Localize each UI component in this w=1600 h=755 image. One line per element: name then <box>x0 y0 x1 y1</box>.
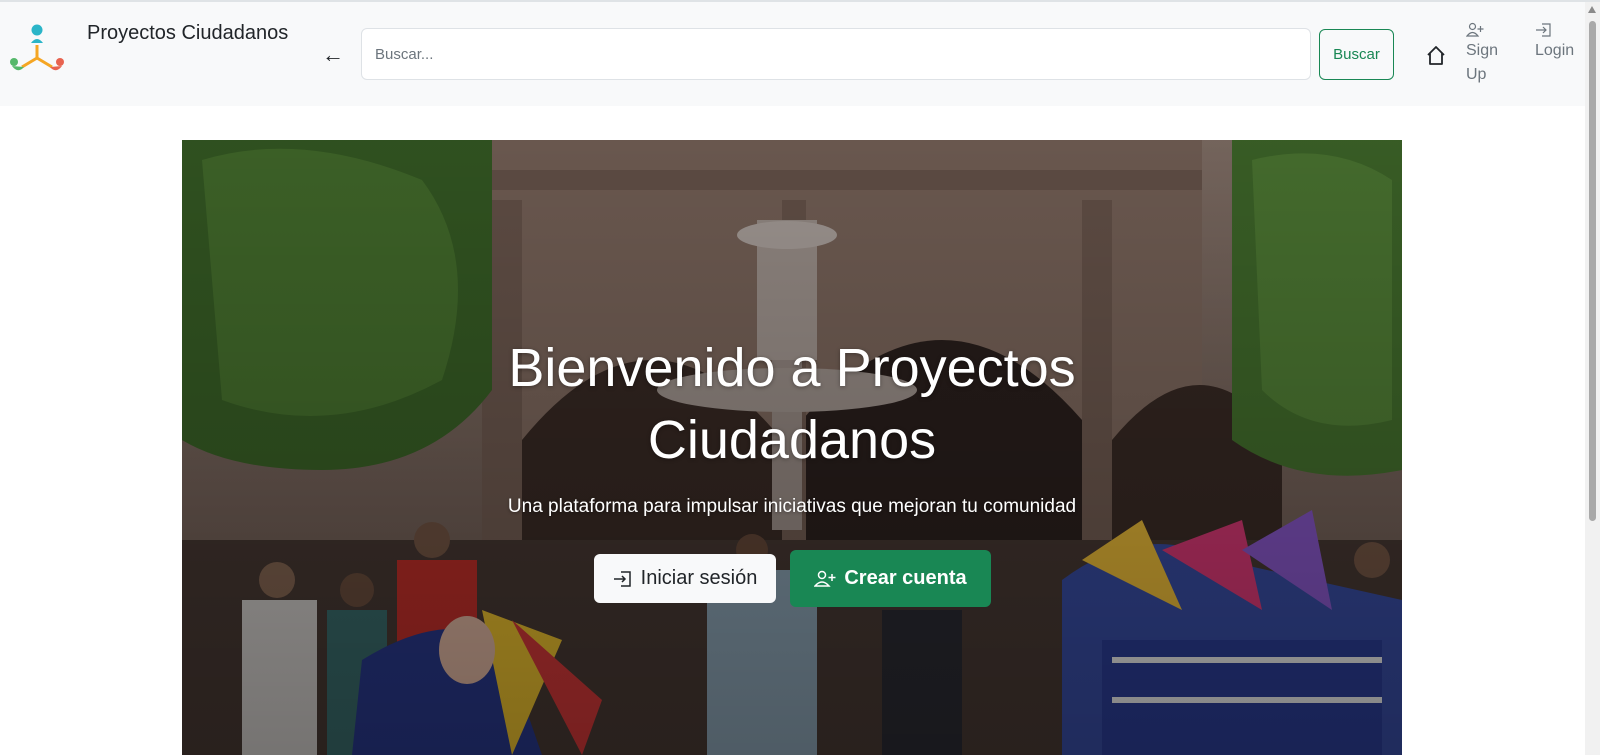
hero-title-line1: Bienvenido a Proyectos <box>508 338 1076 398</box>
signup-link[interactable]: Sign Up <box>1466 22 1510 87</box>
hero-title-line2: Ciudadanos <box>647 410 937 470</box>
signup-label-line1: Sign <box>1466 42 1499 59</box>
hero-banner: Bienvenido a Proyectos Ciudadanos Una pl… <box>182 140 1402 755</box>
create-account-button[interactable]: Crear cuenta <box>790 550 991 607</box>
search-input[interactable] <box>361 28 1311 80</box>
navbar: Proyectos Ciudadanos ← Buscar Sign Up Lo… <box>0 2 1585 106</box>
home-icon[interactable] <box>1425 44 1447 68</box>
login-label: Login <box>1535 42 1575 59</box>
signup-label-line2: Up <box>1466 66 1487 83</box>
hero-subtitle: Una plataforma para impulsar iniciativas… <box>507 496 1077 517</box>
create-account-button-label: Crear cuenta <box>844 567 967 589</box>
scroll-up-arrow-icon[interactable] <box>1588 6 1596 13</box>
brand-title[interactable]: Proyectos Ciudadanos <box>87 22 288 45</box>
person-plus-icon <box>1466 22 1484 37</box>
login-button[interactable]: Iniciar sesión <box>594 554 776 603</box>
box-arrow-in-right-icon <box>1536 23 1551 37</box>
search-button[interactable]: Buscar <box>1319 29 1394 80</box>
person-plus-icon <box>814 570 836 587</box>
login-link[interactable]: Login <box>1535 22 1583 63</box>
login-button-label: Iniciar sesión <box>640 567 758 589</box>
page-scrollbar[interactable] <box>1585 2 1600 755</box>
scrollbar-thumb[interactable] <box>1589 21 1596 521</box>
hero-title: Bienvenido a Proyectos Ciudadanos <box>182 332 1402 476</box>
back-arrow-icon[interactable]: ← <box>322 42 344 68</box>
box-arrow-in-right-icon <box>613 570 631 587</box>
logo-icon[interactable] <box>6 22 68 76</box>
